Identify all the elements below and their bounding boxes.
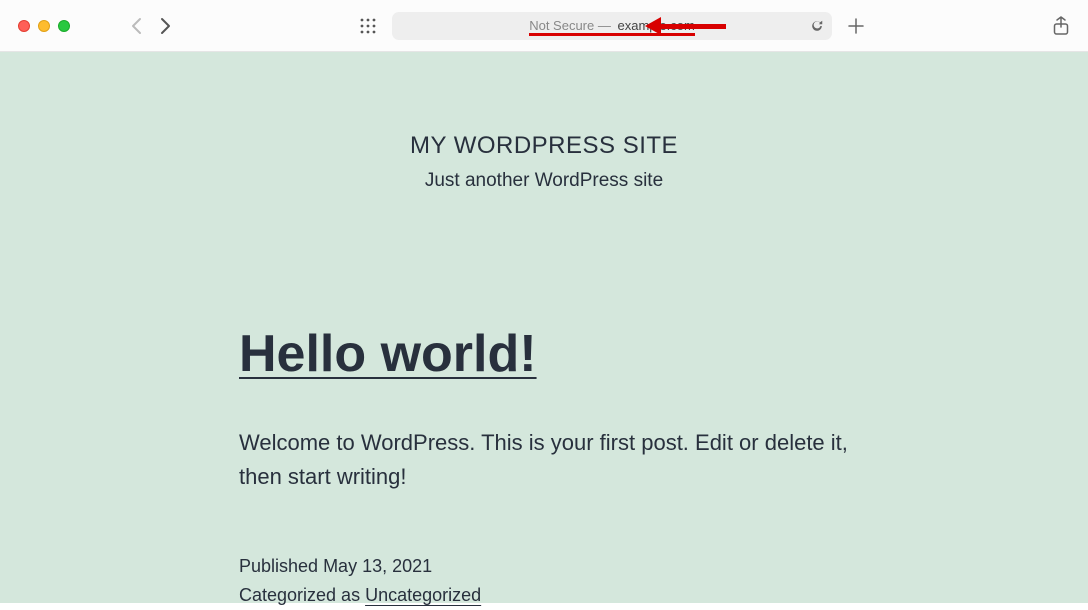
arrow-shaft xyxy=(661,24,726,29)
category-link[interactable]: Uncategorized xyxy=(365,585,481,605)
post-excerpt: Welcome to WordPress. This is your first… xyxy=(239,426,849,494)
reload-button[interactable] xyxy=(810,19,824,33)
address-bar[interactable]: Not Secure — example.com xyxy=(392,12,832,40)
categorized-label: Categorized as xyxy=(239,585,365,605)
maximize-window-button[interactable] xyxy=(58,20,70,32)
site-title-link[interactable]: MY WORDPRESS SITE xyxy=(0,132,1088,160)
share-icon xyxy=(1052,16,1070,36)
post-published: Published May 13, 2021 xyxy=(239,552,849,581)
post-meta: Published May 13, 2021 Categorized as Un… xyxy=(239,552,849,610)
post: Hello world! Welcome to WordPress. This … xyxy=(239,324,849,610)
published-date: May 13, 2021 xyxy=(323,556,432,576)
minimize-window-button[interactable] xyxy=(38,20,50,32)
back-button[interactable] xyxy=(130,17,142,35)
browser-toolbar: Not Secure — example.com xyxy=(0,0,1088,52)
new-tab-button[interactable] xyxy=(848,18,864,34)
chevron-right-icon xyxy=(160,17,172,35)
chevron-left-icon xyxy=(130,17,142,35)
window-controls xyxy=(18,20,70,32)
plus-icon xyxy=(848,18,864,34)
share-button[interactable] xyxy=(1052,16,1070,36)
close-window-button[interactable] xyxy=(18,20,30,32)
annotation-arrow xyxy=(645,17,726,35)
post-category: Categorized as Uncategorized xyxy=(239,581,849,610)
page-content: MY WORDPRESS SITE Just another WordPress… xyxy=(0,52,1088,603)
reload-icon xyxy=(810,19,824,33)
arrow-head-icon xyxy=(645,17,661,35)
forward-button[interactable] xyxy=(160,17,172,35)
post-title-link[interactable]: Hello world! xyxy=(239,325,537,383)
grid-icon xyxy=(360,18,376,34)
navigation-buttons xyxy=(130,17,172,35)
published-label: Published xyxy=(239,556,323,576)
tab-overview-button[interactable] xyxy=(360,18,376,34)
site-tagline: Just another WordPress site xyxy=(0,170,1088,192)
security-status: Not Secure — xyxy=(529,18,611,33)
